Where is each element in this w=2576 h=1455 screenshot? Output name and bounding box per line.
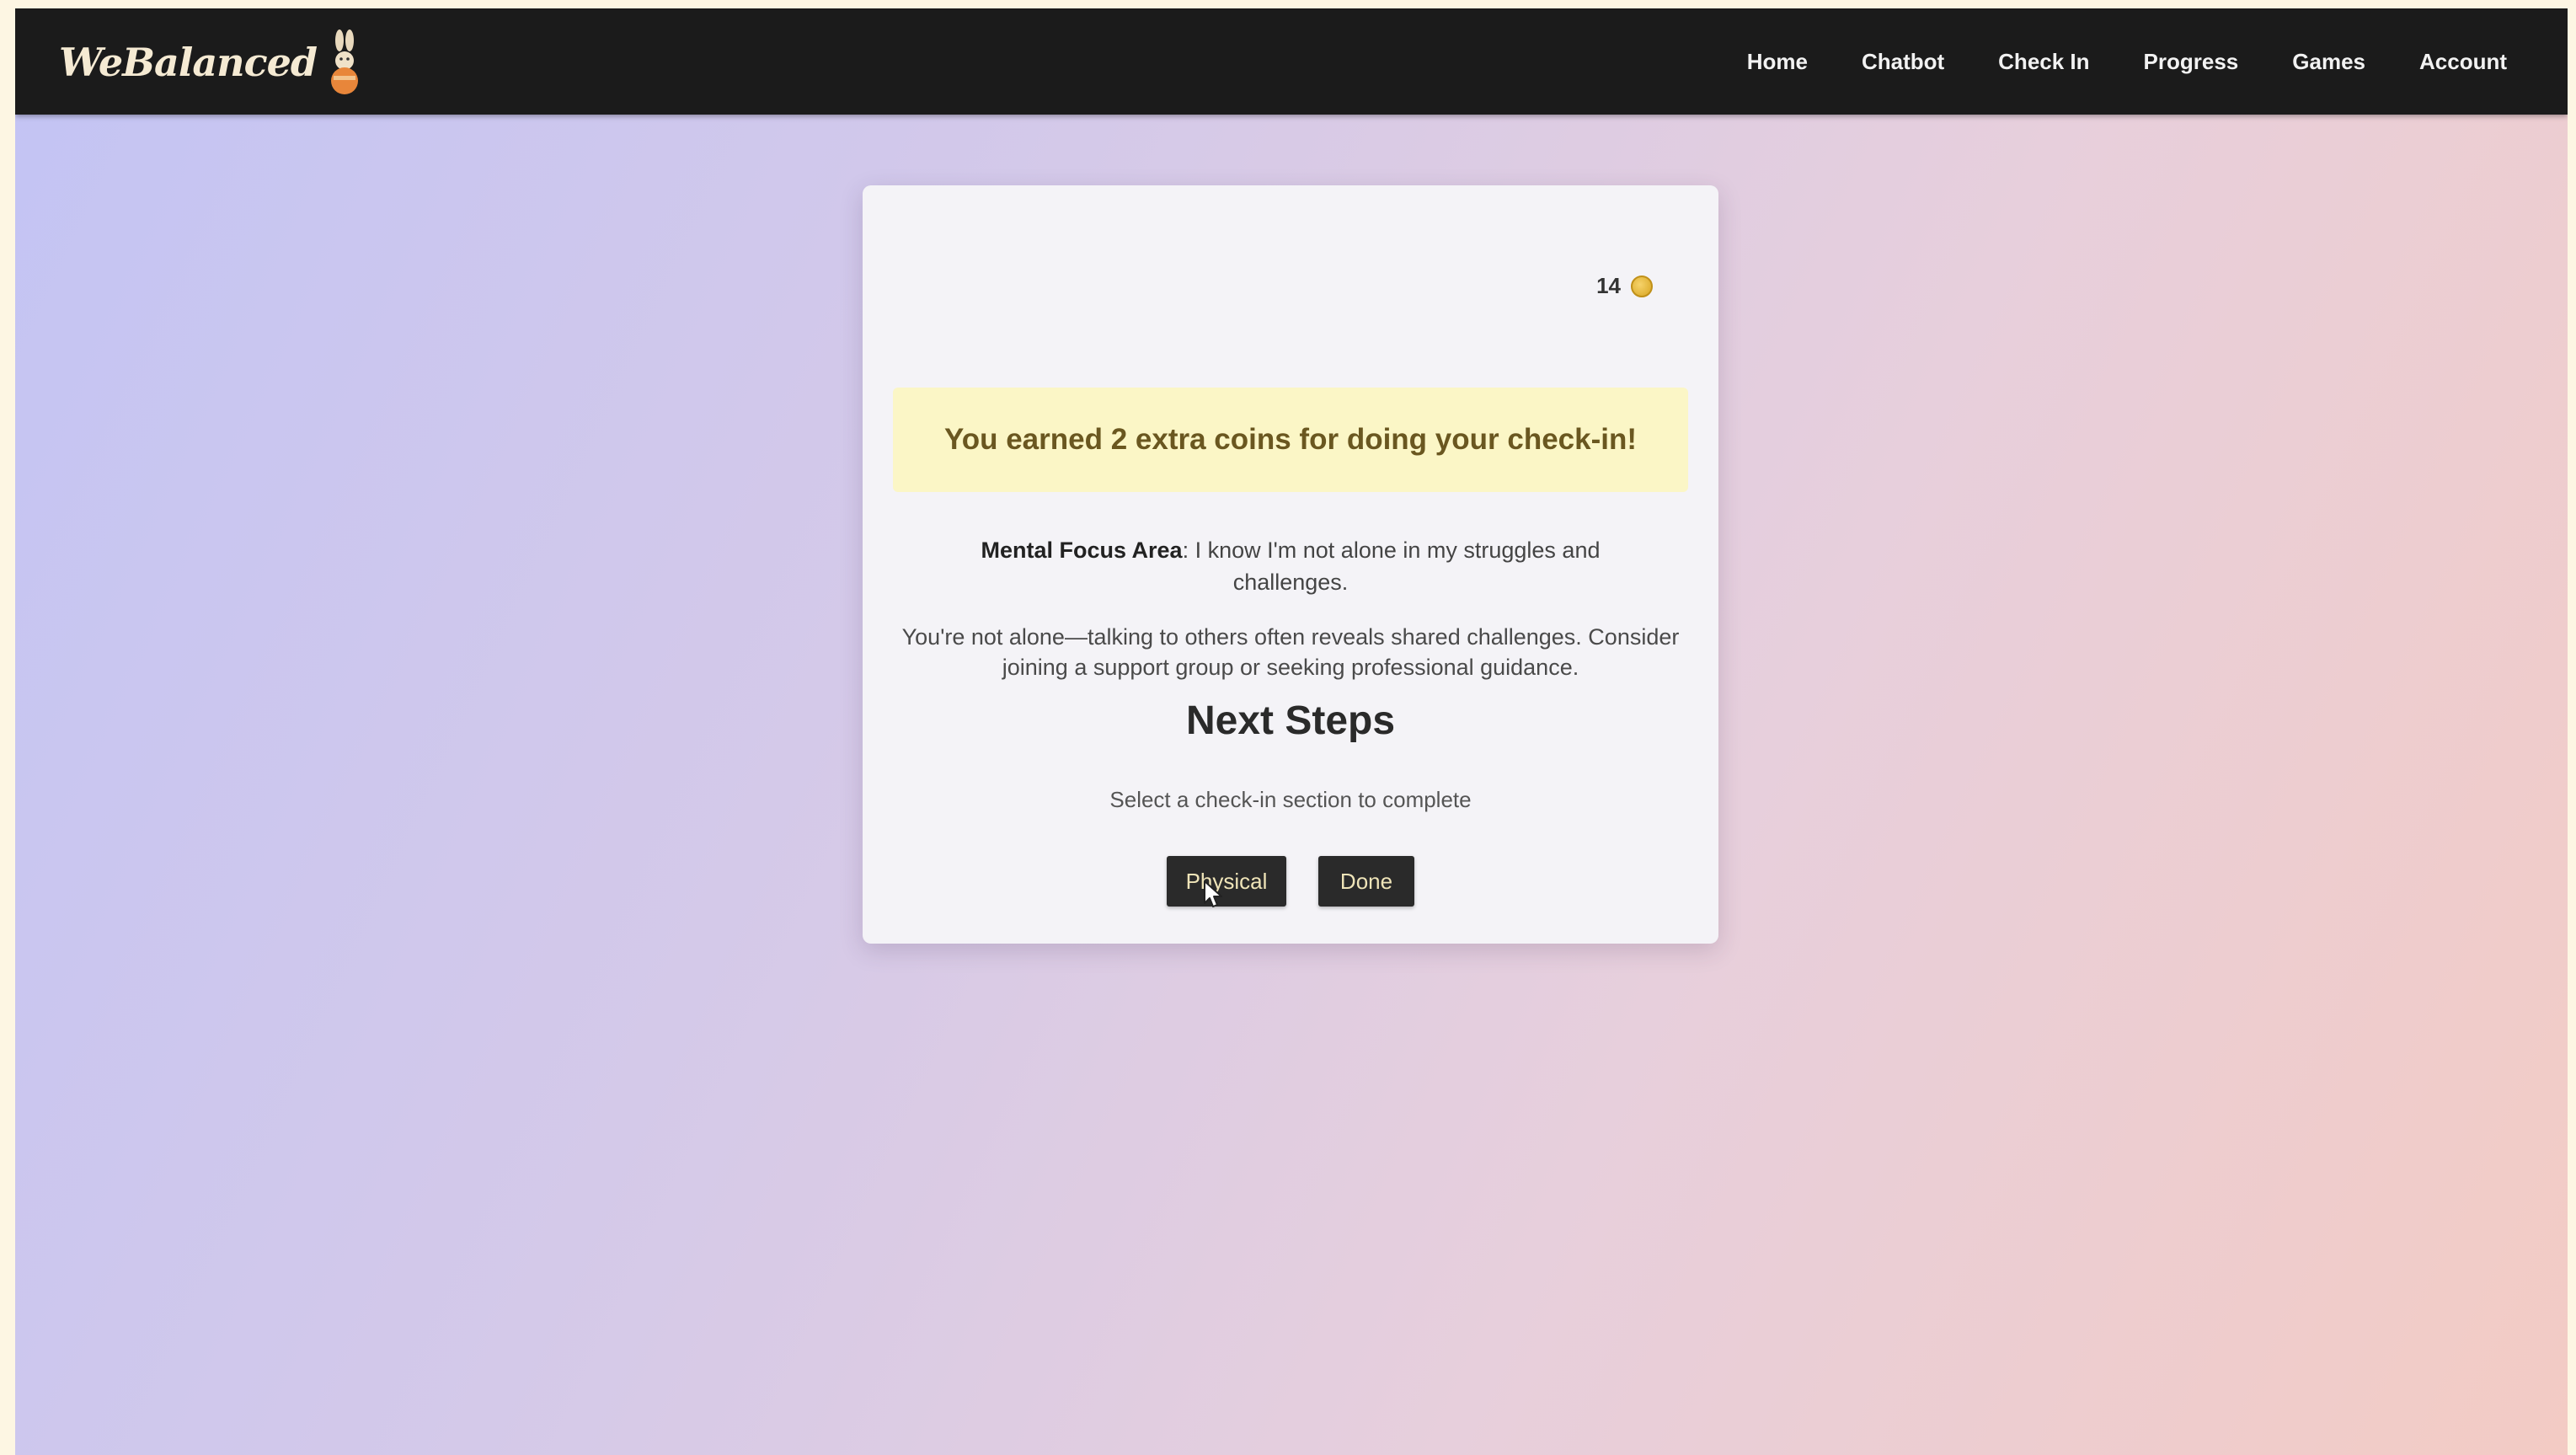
advice-text: You're not alone—talking to others often…: [901, 624, 1680, 680]
next-steps-title: Next Steps: [1185, 698, 1396, 743]
check-in-result-card: 14 You earned 2 extra coins for doing yo…: [863, 185, 1718, 944]
brand-name: WeBalanced: [59, 40, 318, 85]
coin-count: 14: [1596, 273, 1621, 298]
mouse-pointer-icon: [1204, 880, 1222, 907]
top-navbar: WeBalanced Home Chatbot Check In Progres…: [15, 8, 2568, 115]
nav-chatbot[interactable]: Chatbot: [1862, 49, 1944, 75]
focus-label: Mental Focus Area: [981, 538, 1183, 563]
nav-account[interactable]: Account: [2419, 49, 2507, 75]
brand-link[interactable]: WeBalanced: [59, 27, 364, 98]
reward-banner: You earned 2 extra coins for doing your …: [893, 388, 1688, 492]
nav-progress[interactable]: Progress: [2144, 49, 2239, 75]
next-steps-subtitle: Select a check-in section to complete: [1109, 787, 1472, 812]
mental-focus-area: Mental Focus Area: I know I'm not alone …: [930, 534, 1651, 598]
reward-banner-text: You earned 2 extra coins for doing your …: [943, 423, 1638, 456]
focus-text: : I know I'm not alone in my struggles a…: [1182, 538, 1601, 595]
next-steps-buttons: Physical Done: [863, 856, 1718, 907]
nav-links: Home Chatbot Check In Progress Games Acc…: [1747, 8, 2507, 115]
nav-games[interactable]: Games: [2292, 49, 2365, 75]
coin-balance: 14: [1596, 273, 1653, 299]
nav-check-in[interactable]: Check In: [1998, 49, 2089, 75]
nav-home[interactable]: Home: [1747, 49, 1808, 75]
app-window: WeBalanced Home Chatbot Check In Progres…: [15, 8, 2568, 1455]
coin-icon: [1631, 275, 1653, 297]
done-button[interactable]: Done: [1318, 856, 1414, 907]
physical-button[interactable]: Physical: [1167, 856, 1286, 907]
bunny-logo-icon: [331, 29, 359, 94]
